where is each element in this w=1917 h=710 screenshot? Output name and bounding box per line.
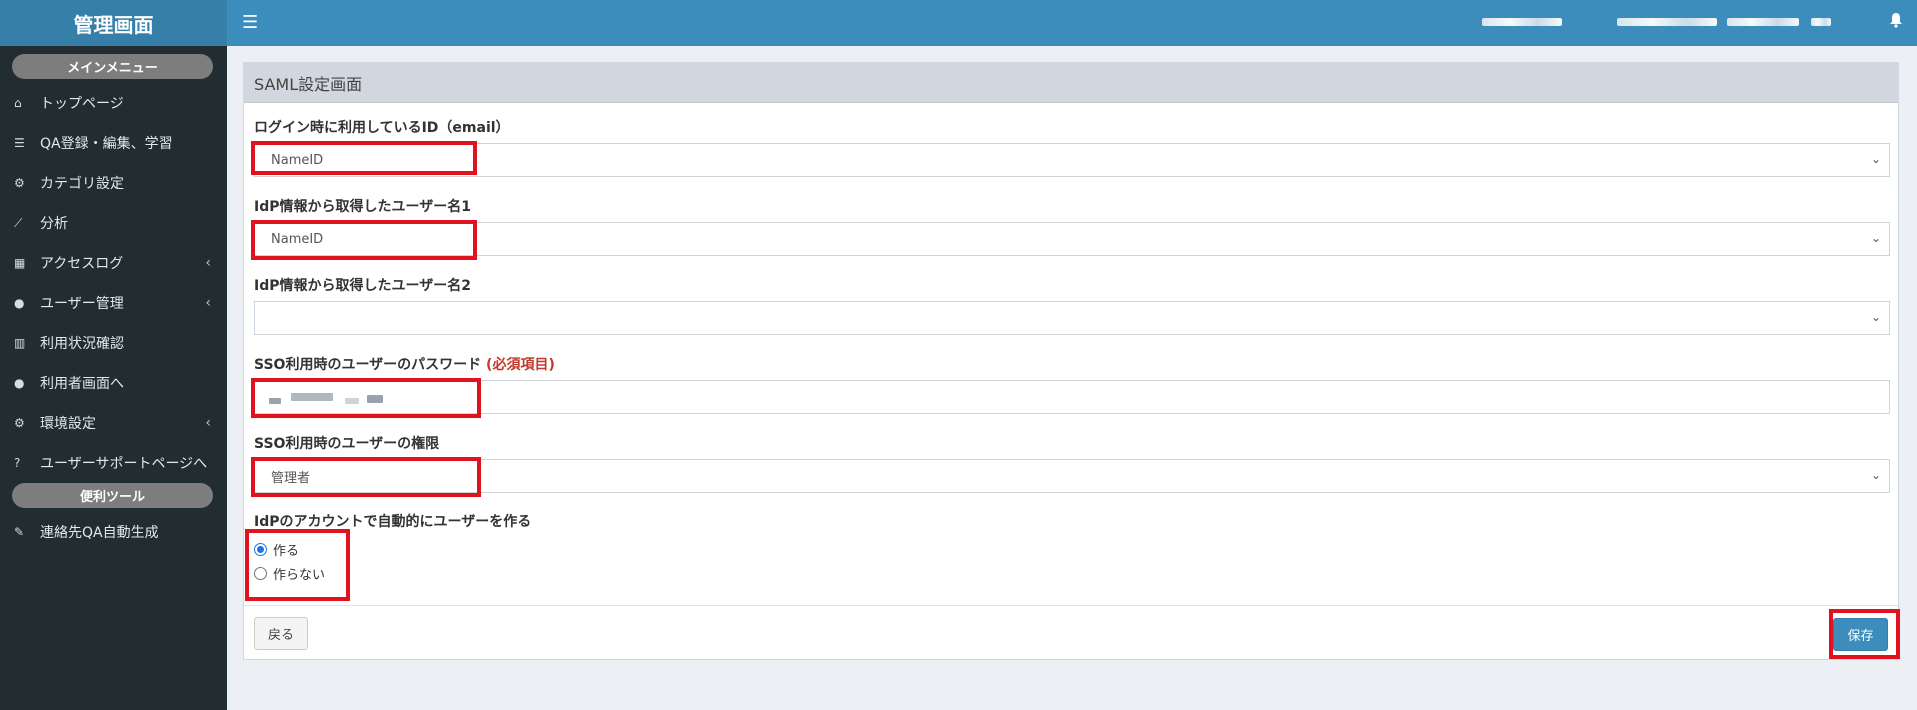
- chevron-left-icon: ‹: [205, 415, 211, 431]
- username1-label: IdP情報から取得したユーザー名1: [254, 199, 471, 215]
- main-content: SAML設定画面 ログイン時に利用しているID（email） NameID ⌄ …: [227, 46, 1917, 710]
- password-mask: [345, 398, 359, 404]
- sidebar-item-top-page[interactable]: ⌂ トップページ: [0, 83, 227, 123]
- role-label: SSO利用時のユーザーの権限: [254, 436, 440, 452]
- panel-footer: 戻る 保存: [244, 605, 1898, 660]
- sidebar-item-user-management[interactable]: ● ユーザー管理 ‹: [0, 283, 227, 323]
- password-mask: [291, 393, 333, 401]
- tools-heading: 便利ツール: [12, 483, 213, 508]
- password-group: SSO利用時のユーザーのパスワード (必須項目): [254, 354, 1890, 414]
- radio-dont-create-label: 作らない: [273, 567, 326, 583]
- radio-create[interactable]: [254, 542, 267, 556]
- gear-icon: ⚙: [14, 416, 25, 430]
- sidebar-item-label: 分析: [40, 216, 68, 232]
- login-id-label: ログイン時に利用しているID（email）: [254, 120, 510, 136]
- sidebar-item-label: 連絡先QA自動生成: [40, 525, 159, 541]
- radio-option-create[interactable]: 作る: [254, 537, 1890, 561]
- username1-value: NameID: [271, 231, 324, 247]
- sidebar-item-environment[interactable]: ⚙ 環境設定 ‹: [0, 403, 227, 443]
- redacted-user-info: [1811, 18, 1831, 26]
- login-id-value: NameID: [271, 152, 324, 168]
- question-icon: ?: [14, 456, 21, 470]
- main-menu-heading: メインメニュー: [12, 54, 213, 79]
- username1-group: IdP情報から取得したユーザー名1 NameID ⌄: [254, 196, 1890, 256]
- sidebar-item-category[interactable]: ⚙ カテゴリ設定: [0, 163, 227, 203]
- role-group: SSO利用時のユーザーの権限 管理者 ⌄: [254, 433, 1890, 493]
- sidebar-item-label: トップページ: [40, 96, 124, 112]
- required-badge: (必須項目): [486, 357, 555, 373]
- username2-select[interactable]: ⌄: [254, 301, 1890, 335]
- auto-create-label: IdPのアカウントで自動的にユーザーを作る: [254, 514, 532, 530]
- redacted-user-info: [1482, 18, 1562, 26]
- sidebar-item-qa-edit[interactable]: ☰ QA登録・編集、学習: [0, 123, 227, 163]
- role-value: 管理者: [271, 470, 311, 486]
- password-input[interactable]: [254, 380, 1890, 414]
- sidebar-item-support-page[interactable]: ? ユーザーサポートページへ: [0, 443, 227, 483]
- comments-icon: ●: [14, 376, 25, 390]
- chart-line-icon: ⟋: [14, 215, 23, 230]
- login-id-select[interactable]: NameID ⌄: [254, 143, 1890, 177]
- sidebar-item-label: ユーザー管理: [40, 296, 124, 312]
- chevron-down-icon: ⌄: [1870, 310, 1881, 324]
- radio-option-dont-create[interactable]: 作らない: [254, 561, 1890, 585]
- list-icon: ☰: [14, 136, 25, 150]
- chevron-down-icon: ⌄: [1870, 468, 1881, 482]
- sidebar: 管理画面 メインメニュー ⌂ トップページ ☰ QA登録・編集、学習 ⚙ カテゴ…: [0, 0, 227, 710]
- redacted-user-info: [1727, 18, 1799, 26]
- sidebar-item-contact-qa-generator[interactable]: ✎ 連絡先QA自動生成: [0, 512, 227, 552]
- sidebar-item-usage-status[interactable]: ▥ 利用状況確認: [0, 323, 227, 363]
- role-select[interactable]: 管理者 ⌄: [254, 459, 1890, 493]
- password-label-text: SSO利用時のユーザーのパスワード: [254, 357, 482, 373]
- redacted-user-info: [1617, 18, 1717, 26]
- magic-wand-icon: ✎: [14, 525, 25, 539]
- sidebar-item-user-screen[interactable]: ● 利用者画面へ: [0, 363, 227, 403]
- sidebar-item-access-log[interactable]: ▦ アクセスログ ‹: [0, 243, 227, 283]
- radio-create-label: 作る: [273, 543, 300, 559]
- sidebar-item-label: カテゴリ設定: [40, 176, 124, 192]
- chevron-left-icon: ‹: [205, 295, 211, 311]
- user-icon: ●: [14, 296, 25, 310]
- chevron-left-icon: ‹: [205, 255, 211, 271]
- username2-group: IdP情報から取得したユーザー名2 ⌄: [254, 275, 1890, 335]
- password-mask: [269, 398, 281, 404]
- sidebar-item-label: アクセスログ: [40, 256, 124, 272]
- chevron-down-icon: ⌄: [1870, 152, 1881, 166]
- sidebar-item-label: QA登録・編集、学習: [40, 136, 173, 152]
- radio-dont-create[interactable]: [254, 566, 267, 580]
- page-title: SAML設定画面: [244, 63, 1898, 103]
- back-button[interactable]: 戻る: [254, 617, 308, 650]
- bar-chart-icon: ▥: [14, 336, 26, 350]
- auto-create-group: IdPのアカウントで自動的にユーザーを作る 作る 作らない: [254, 511, 1890, 585]
- menu-toggle-icon[interactable]: ☰: [242, 12, 258, 33]
- sidebar-item-analytics[interactable]: ⟋ 分析: [0, 203, 227, 243]
- username1-select[interactable]: NameID ⌄: [254, 222, 1890, 256]
- save-button[interactable]: 保存: [1833, 618, 1888, 651]
- password-label: SSO利用時のユーザーのパスワード (必須項目): [254, 354, 1890, 374]
- bell-icon-svg: [1890, 13, 1902, 28]
- sidebar-item-label: ユーザーサポートページへ: [40, 456, 208, 472]
- grid-icon: ▦: [14, 256, 26, 270]
- login-id-group: ログイン時に利用しているID（email） NameID ⌄: [254, 117, 1890, 177]
- bell-icon[interactable]: [1889, 12, 1903, 32]
- brand-title[interactable]: 管理画面: [0, 0, 227, 46]
- sidebar-item-label: 利用状況確認: [40, 336, 124, 352]
- chevron-down-icon: ⌄: [1870, 231, 1881, 245]
- password-mask: [367, 395, 383, 403]
- sidebar-item-label: 利用者画面へ: [40, 376, 124, 392]
- home-icon: ⌂: [14, 96, 22, 110]
- sidebar-item-label: 環境設定: [40, 416, 96, 432]
- username2-label: IdP情報から取得したユーザー名2: [254, 278, 471, 294]
- top-navbar: ☰: [227, 0, 1917, 46]
- app-root: 管理画面 メインメニュー ⌂ トップページ ☰ QA登録・編集、学習 ⚙ カテゴ…: [0, 0, 1917, 710]
- saml-settings-panel: SAML設定画面 ログイン時に利用しているID（email） NameID ⌄ …: [243, 62, 1900, 660]
- cogs-icon: ⚙: [14, 176, 25, 190]
